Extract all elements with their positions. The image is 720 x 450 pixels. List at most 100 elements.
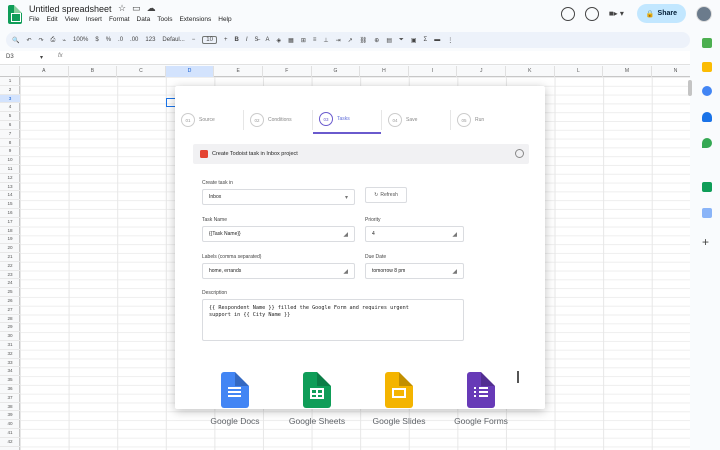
cloud-status-icon[interactable]: ☁ — [147, 3, 156, 14]
avatar[interactable] — [696, 5, 712, 22]
column-header[interactable]: M — [603, 66, 652, 77]
row-header[interactable]: 7 — [0, 130, 20, 139]
tasks-icon[interactable] — [702, 86, 712, 96]
print-icon[interactable]: ⎙ — [51, 37, 56, 44]
row-header[interactable]: 41 — [0, 429, 20, 438]
borders-icon[interactable]: ▦ — [288, 37, 294, 44]
row-header[interactable]: 17 — [0, 218, 20, 227]
undo-icon[interactable]: ↶ — [26, 37, 31, 44]
step-conditions[interactable]: 02 Conditions — [244, 106, 312, 134]
text-rotation-icon[interactable]: ↗ — [348, 37, 353, 44]
row-header[interactable]: 9 — [0, 147, 20, 157]
currency-button[interactable]: $ — [95, 37, 98, 43]
row-header[interactable]: 39 — [0, 411, 20, 421]
chevron-down-icon[interactable]: ▾ — [40, 54, 43, 61]
move-folder-icon[interactable]: ▭ — [132, 3, 141, 14]
column-header[interactable]: K — [506, 66, 555, 77]
star-icon[interactable]: ☆ — [118, 3, 126, 14]
italic-button[interactable]: I — [246, 37, 248, 43]
priority-input[interactable]: 4 ◢ — [365, 226, 464, 242]
column-header[interactable]: C — [117, 66, 166, 77]
row-header[interactable]: 32 — [0, 350, 20, 359]
menu-format[interactable]: Format — [109, 16, 130, 23]
keep-icon[interactable] — [702, 62, 712, 72]
menu-view[interactable]: View — [65, 16, 79, 23]
row-header[interactable]: 2 — [0, 86, 20, 95]
menu-data[interactable]: Data — [137, 16, 151, 23]
input-tools-icon[interactable]: ▬ — [434, 37, 440, 43]
zoom-select[interactable]: 100% — [73, 37, 88, 43]
column-header[interactable]: J — [457, 66, 506, 77]
row-header[interactable]: 14 — [0, 191, 20, 201]
step-tasks[interactable]: 03 Tasks — [313, 106, 381, 134]
menu-edit[interactable]: Edit — [46, 16, 57, 23]
font-size-input[interactable]: 10 — [202, 36, 217, 44]
search-menus-icon[interactable]: 🔍 — [12, 37, 19, 44]
task-header[interactable]: Create Todoist task in Inbox project — [193, 144, 529, 164]
row-header[interactable]: 37 — [0, 394, 20, 403]
step-run[interactable]: 05 Run — [451, 106, 519, 134]
meet-icon[interactable]: ■▸ ▾ — [609, 8, 627, 20]
vertical-align-icon[interactable]: ⊥ — [323, 37, 328, 44]
menu-help[interactable]: Help — [218, 16, 231, 23]
row-header[interactable]: 22 — [0, 262, 20, 271]
row-header[interactable]: 6 — [0, 121, 20, 130]
step-source[interactable]: 01 Source — [175, 106, 243, 134]
row-header[interactable]: 15 — [0, 200, 20, 209]
insert-comment-icon[interactable]: ⊕ — [374, 37, 379, 44]
labels-input[interactable]: home, errands ◢ — [202, 263, 355, 279]
row-header[interactable]: 8 — [0, 139, 20, 148]
row-header[interactable]: 10 — [0, 156, 20, 165]
more-formats-button[interactable]: 123 — [145, 37, 155, 43]
insert-link-icon[interactable]: ⛓ — [360, 37, 368, 44]
contacts-icon[interactable] — [702, 112, 712, 122]
row-header[interactable]: 29 — [0, 323, 20, 333]
row-header[interactable]: 5 — [0, 112, 20, 121]
name-box[interactable]: D3 — [6, 54, 14, 60]
row-header[interactable]: 34 — [0, 367, 20, 377]
column-header[interactable]: A — [20, 66, 69, 77]
maps-icon[interactable] — [702, 138, 712, 148]
version-history-icon[interactable] — [560, 6, 575, 21]
row-header[interactable]: 33 — [0, 359, 20, 368]
comments-icon[interactable] — [584, 6, 599, 21]
addon-icon[interactable] — [702, 208, 712, 218]
menu-file[interactable]: File — [29, 16, 39, 23]
row-header[interactable]: 28 — [0, 315, 20, 324]
row-header[interactable]: 3 — [0, 94, 20, 104]
font-size-increase-icon[interactable]: + — [224, 37, 228, 43]
text-color-icon[interactable]: A — [266, 37, 270, 43]
functions-icon[interactable]: Σ — [423, 37, 427, 43]
paint-format-icon[interactable]: ⌁ — [62, 37, 66, 44]
row-header[interactable]: 42 — [0, 438, 20, 447]
fill-color-icon[interactable]: ◈ — [277, 37, 282, 44]
row-header[interactable]: 21 — [0, 253, 20, 262]
column-header[interactable]: E — [214, 66, 263, 77]
filter-views-icon[interactable]: ▣ — [411, 37, 417, 44]
row-header[interactable]: 30 — [0, 332, 20, 341]
horizontal-align-icon[interactable]: ≡ — [313, 37, 317, 43]
column-header[interactable]: B — [69, 66, 118, 77]
column-header[interactable]: F — [263, 66, 312, 77]
sheets-logo-icon[interactable] — [8, 5, 22, 24]
collapse-icon[interactable] — [515, 149, 524, 158]
calendar-icon[interactable] — [702, 38, 712, 48]
row-header[interactable]: 19 — [0, 235, 20, 245]
refresh-button[interactable]: ↻ Refresh — [365, 187, 407, 203]
column-header[interactable]: G — [312, 66, 361, 77]
increase-decimal-button[interactable]: .00 — [130, 37, 138, 43]
row-header[interactable]: 12 — [0, 174, 20, 183]
column-header[interactable]: D — [165, 66, 215, 77]
row-header[interactable]: 36 — [0, 385, 20, 394]
row-header[interactable]: 11 — [0, 165, 20, 174]
decrease-decimal-button[interactable]: .0 — [118, 37, 123, 43]
row-header[interactable]: 20 — [0, 244, 20, 253]
menu-extensions[interactable]: Extensions — [179, 16, 211, 23]
row-header[interactable]: 23 — [0, 271, 20, 280]
row-header[interactable]: 16 — [0, 209, 20, 218]
share-button[interactable]: 🔒 Share — [636, 4, 686, 23]
bold-button[interactable]: B — [234, 37, 238, 43]
font-size-decrease-icon[interactable]: − — [192, 37, 196, 43]
document-title[interactable]: Untitled spreadsheet — [29, 4, 112, 14]
row-header[interactable]: 1 — [0, 77, 20, 86]
